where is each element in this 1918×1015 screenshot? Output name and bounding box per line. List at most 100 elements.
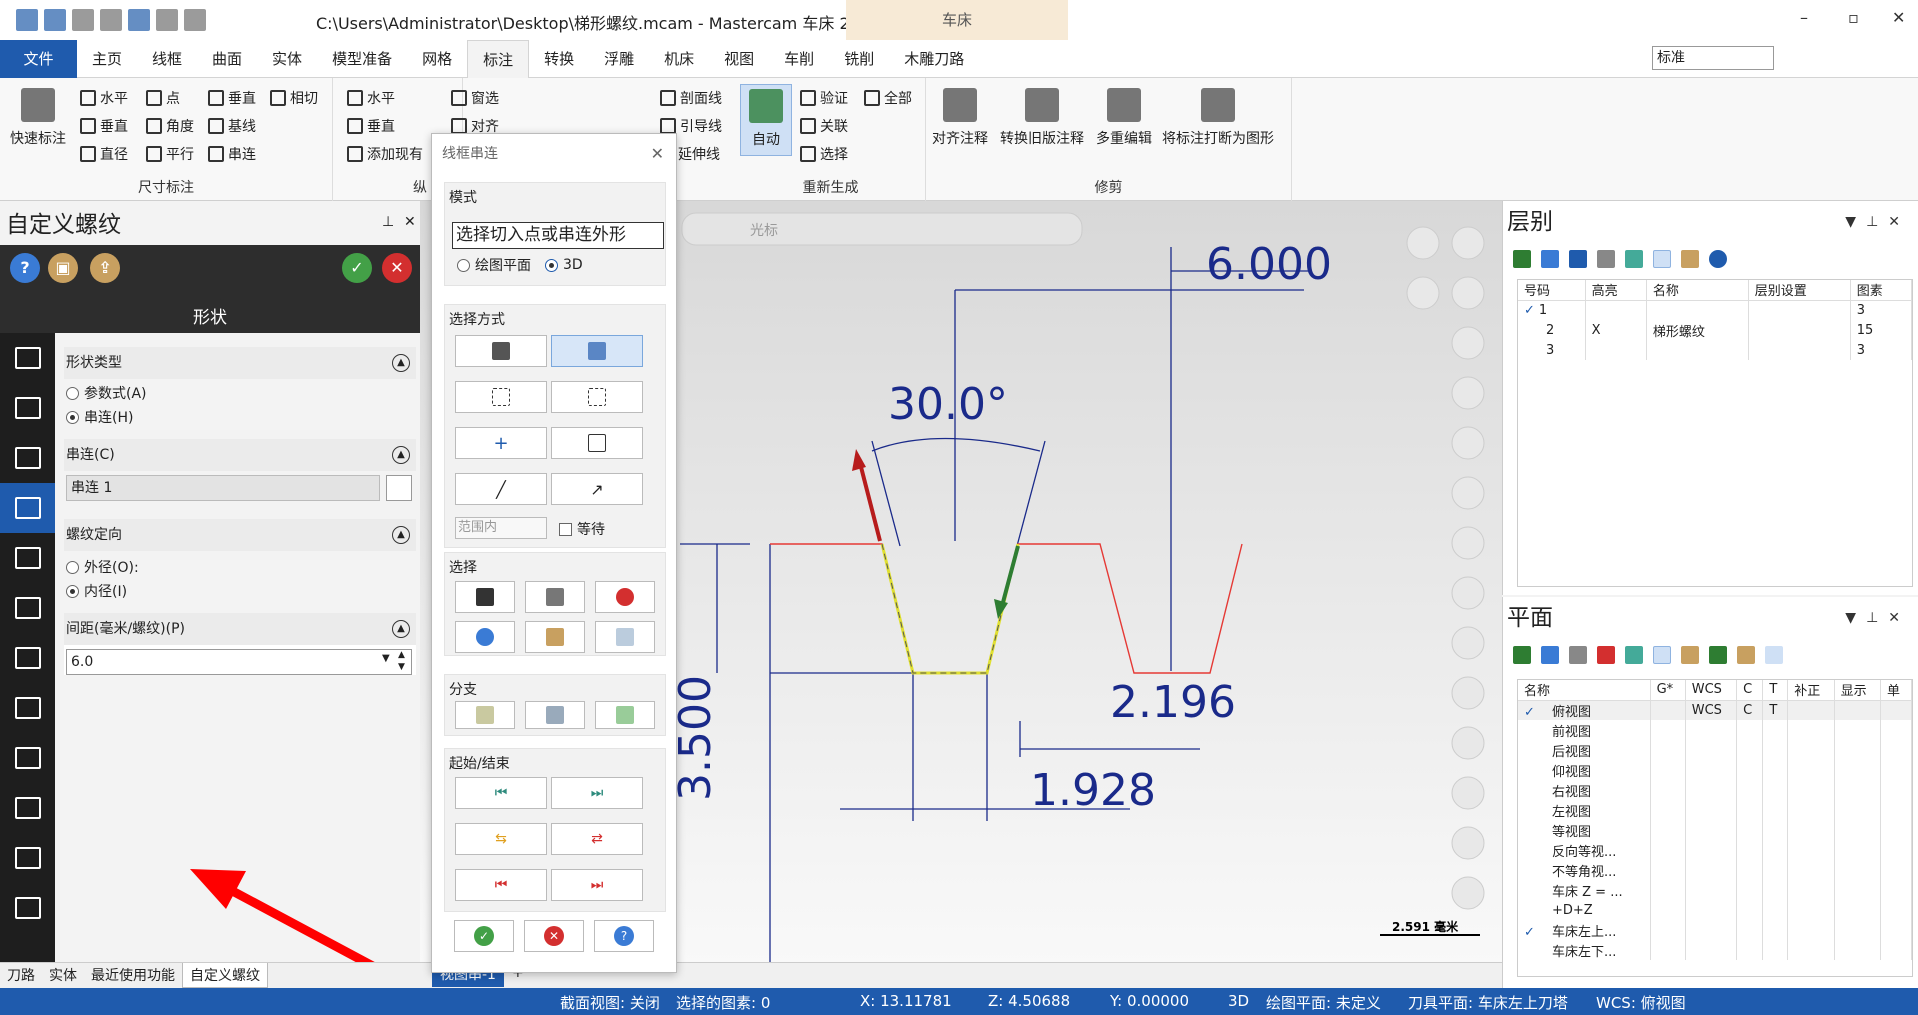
end-reverse-button[interactable]: ⏭ (551, 869, 643, 901)
tab-9[interactable]: 浮雕 (589, 40, 649, 78)
side-summary-icon[interactable] (0, 883, 55, 933)
side-tool-holder-icon[interactable] (0, 783, 55, 833)
layer-list-icon[interactable] (1653, 250, 1671, 268)
region-mode-button[interactable] (551, 427, 643, 459)
side-settings-icon[interactable] (0, 683, 55, 733)
bottom-tab-3[interactable]: 自定义螺纹 (182, 963, 268, 988)
table-row[interactable]: 33 (1518, 340, 1913, 360)
polygon-mode-button[interactable] (551, 381, 643, 413)
planes-col-header[interactable]: 补正 (1787, 680, 1835, 701)
style-select[interactable]: 标准 (1652, 46, 1774, 70)
side-gcode-icon[interactable] (0, 833, 55, 883)
swap-button[interactable]: ⇄ (551, 823, 643, 855)
unselect-button[interactable] (595, 581, 655, 613)
break-dim-button[interactable]: 将标注打断为图形 (1162, 88, 1274, 148)
table-row[interactable]: 右视图 (1518, 780, 1912, 800)
layers-col-header[interactable]: 层别设置 (1748, 280, 1851, 301)
tab-3[interactable]: 曲面 (197, 40, 257, 78)
extension-line[interactable]: 延伸线 (678, 144, 720, 164)
equals-icon[interactable] (1597, 646, 1615, 664)
save-icon[interactable] (44, 9, 66, 31)
start-reverse-button[interactable]: ⏮ (455, 869, 547, 901)
single-mode-button[interactable] (551, 335, 643, 367)
bottom-tab-0[interactable]: 刀路 (0, 963, 42, 988)
plane-undo-icon[interactable] (1625, 646, 1643, 664)
last-button[interactable] (455, 581, 515, 613)
layers-col-header[interactable]: 图素 (1850, 280, 1913, 301)
table-row[interactable]: ✓ 1 3 (1518, 300, 1913, 320)
table-row[interactable]: 不等角视... (1518, 860, 1912, 880)
table-row[interactable]: +D+Z (1518, 900, 1912, 920)
restore-button[interactable]: ▫ (1848, 8, 1859, 27)
dynamic-start-button[interactable]: ⇆ (455, 823, 547, 855)
dialog-ok-button[interactable]: ✓ (454, 920, 514, 952)
side-list-icon[interactable] (0, 433, 55, 483)
export-icon[interactable]: ⇪ (90, 253, 120, 283)
side-inner-icon[interactable] (0, 583, 55, 633)
tab-8[interactable]: 转换 (529, 40, 589, 78)
tab-5[interactable]: 模型准备 (317, 40, 407, 78)
chain-link-icon[interactable] (386, 475, 412, 501)
dim-parallel[interactable]: 平行 (146, 144, 194, 164)
find-layer-icon[interactable] (1541, 250, 1559, 268)
tab-10[interactable]: 机床 (649, 40, 709, 78)
window-select[interactable]: 窗选 (451, 88, 499, 108)
panel-controls[interactable]: ▼⊥✕ (1845, 201, 1910, 243)
add-layer-icon[interactable] (1513, 250, 1531, 268)
dialog-help-button[interactable]: ? (594, 920, 654, 952)
dim-vertical-1[interactable]: 垂直 (208, 88, 256, 108)
dim-horizontal[interactable]: 水平 (80, 88, 128, 108)
planes-col-header[interactable]: 单 (1880, 680, 1912, 701)
ord-vertical[interactable]: 垂直 (347, 116, 395, 136)
planes-col-header[interactable]: 显示 (1834, 680, 1882, 701)
tab-11[interactable]: 视图 (709, 40, 769, 78)
collapse-icon[interactable]: ▲ (392, 620, 410, 638)
multi-edit-button[interactable]: 多重编辑 (1096, 88, 1152, 148)
table-row[interactable]: ✓ 俯视图 WCS C T (1518, 700, 1912, 720)
flag-icon[interactable] (1541, 646, 1559, 664)
table-row[interactable]: 车床左下... (1518, 940, 1912, 960)
save-params-icon[interactable]: ▣ (48, 253, 78, 283)
undo-icon[interactable] (156, 9, 178, 31)
all-item[interactable]: 全部 (864, 88, 912, 108)
table-row[interactable]: ✓ 车床左上... (1518, 920, 1912, 940)
align-notes-button[interactable]: 对齐注释 (932, 88, 988, 148)
pin-icon[interactable]: ⊥ (382, 214, 394, 230)
wave-button[interactable] (595, 621, 655, 653)
new-file-icon[interactable] (16, 9, 38, 31)
quick-dim-button[interactable]: 快速标注 (10, 88, 66, 148)
tab-7[interactable]: 标注 (467, 39, 530, 78)
branch-forward-button[interactable] (595, 701, 655, 729)
status-section-view[interactable]: 截面视图: 关闭 (560, 992, 660, 1013)
dim-vertical-2[interactable]: 垂直 (80, 116, 128, 136)
radio-chain[interactable]: 串连(H) (64, 405, 416, 429)
table-row[interactable]: 反向等视... (1518, 840, 1912, 860)
side-outer-icon[interactable] (0, 533, 55, 583)
add-plane-icon[interactable] (1513, 646, 1531, 664)
table-row[interactable]: 车床 Z = ... (1518, 880, 1912, 900)
verify-item[interactable]: 验证 (800, 88, 848, 108)
tab-6[interactable]: 网格 (407, 40, 467, 78)
tab-13[interactable]: 铣削 (829, 40, 889, 78)
layers-col-header[interactable]: 名称 (1646, 280, 1749, 301)
chain-mode-button[interactable] (455, 335, 547, 367)
selection-toolbar[interactable] (681, 212, 1083, 246)
planes-col-header[interactable]: WCS (1685, 680, 1738, 701)
find-plane-icon[interactable] (1569, 646, 1587, 664)
tab-0[interactable]: 文件 (0, 39, 77, 78)
side-profile-icon[interactable] (0, 383, 55, 433)
tab-1[interactable]: 主页 (77, 40, 137, 78)
cancel-button[interactable]: ✕ (382, 253, 412, 283)
help-icon[interactable]: ? (10, 253, 40, 283)
table-row[interactable]: 等视图 (1518, 820, 1912, 840)
layer-stack2-icon[interactable] (1597, 250, 1615, 268)
range-select[interactable]: 范围内 (455, 517, 547, 539)
status-mode[interactable]: 3D (1228, 992, 1249, 1010)
close-button[interactable]: ✕ (1892, 8, 1905, 27)
reverse-button[interactable] (455, 621, 515, 653)
status-tool-plane[interactable]: 刀具平面: 车床左上刀塔 (1408, 992, 1568, 1013)
dim-chain[interactable]: 串连 (208, 144, 256, 164)
select-item[interactable]: 选择 (800, 144, 848, 164)
layer-gear-icon[interactable] (1681, 250, 1699, 268)
layers-col-header[interactable]: 高亮 (1585, 280, 1647, 301)
